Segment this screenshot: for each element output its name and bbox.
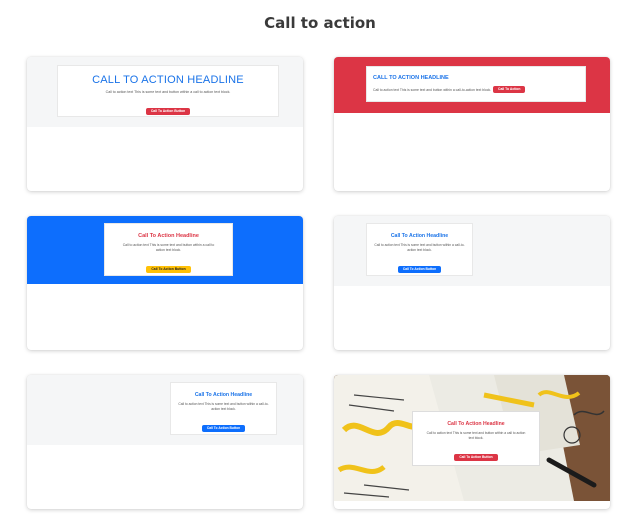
cta-button[interactable]: Call To Action Button — [397, 266, 442, 273]
cta-text: Call to action text This is some text an… — [373, 88, 492, 92]
cta-headline: Call To Action Headline — [447, 421, 505, 427]
cta-text: Call to action text This is some text an… — [105, 90, 231, 94]
cta-headline: Call To Action Headline — [390, 233, 449, 239]
cta-headline: Call To Action Headline — [138, 233, 199, 239]
cta-text: Call to action text This is some text an… — [426, 431, 526, 440]
cta-card-4[interactable]: Call To Action Headline Call to action t… — [334, 216, 610, 350]
cta-card-2[interactable]: CALL TO ACTION HEADLINE Call to action t… — [334, 57, 610, 191]
cta-button[interactable]: Call To Action Button — [146, 266, 191, 273]
cta-text: Call to action text This is some text an… — [122, 243, 215, 252]
cta-headline: CALL TO ACTION HEADLINE — [373, 75, 449, 81]
cta-card-5[interactable]: Call To Action Headline Call to action t… — [27, 375, 303, 509]
cta-box: CALL TO ACTION HEADLINE Call to action t… — [57, 65, 279, 117]
cta-text: Call to action text This is some text an… — [374, 243, 465, 252]
cta-box: Call To Action Headline Call to action t… — [170, 382, 277, 435]
cta-button[interactable]: Call To Action Button — [454, 454, 498, 461]
cta-headline: CALL TO ACTION HEADLINE — [92, 74, 244, 86]
cta-card-6[interactable]: Call To Action Headline Call to action t… — [334, 375, 610, 509]
cta-text: Call to action text This is some text an… — [178, 402, 269, 411]
cta-box: Call To Action Headline Call to action t… — [366, 223, 473, 276]
cta-button[interactable]: Call To Action Button — [201, 425, 246, 432]
cta-button[interactable]: Call To Action — [493, 86, 526, 93]
cta-box: Call To Action Headline Call to action t… — [104, 223, 233, 276]
cta-box: CALL TO ACTION HEADLINE Call to action t… — [366, 66, 586, 102]
cta-headline: Call To Action Headline — [194, 392, 253, 398]
cta-card-3[interactable]: Call To Action Headline Call to action t… — [27, 216, 303, 350]
page-title: Call to action — [264, 14, 376, 32]
cta-box: Call To Action Headline Call to action t… — [412, 411, 540, 466]
cta-button[interactable]: Call To Action Button — [145, 108, 191, 115]
cta-card-1[interactable]: CALL TO ACTION HEADLINE Call to action t… — [27, 57, 303, 191]
